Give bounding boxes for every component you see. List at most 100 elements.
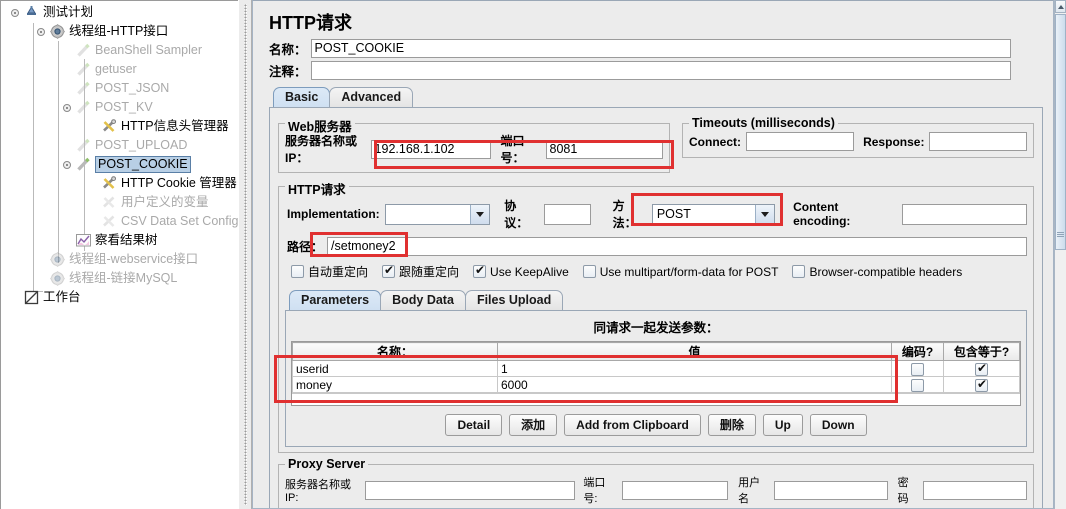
view-results-tree-icon xyxy=(75,231,92,250)
param-value-cell[interactable]: 6000 xyxy=(497,376,892,393)
comment-input[interactable] xyxy=(310,61,1011,80)
chevron-down-icon xyxy=(755,204,775,224)
option-checkbox-4[interactable]: Browser-compatible headers xyxy=(792,265,962,279)
response-timeout-input[interactable] xyxy=(929,132,1027,151)
proxy-port-label: 端口号: xyxy=(583,477,606,505)
implementation-select[interactable] xyxy=(384,203,491,225)
checkbox-checked-icon[interactable] xyxy=(975,361,988,376)
http-request-group-title: HTTP请求 xyxy=(285,179,349,198)
param-name-cell[interactable]: money xyxy=(292,376,498,393)
checkbox-unchecked-icon[interactable] xyxy=(582,265,596,278)
param-name-cell[interactable]: userid xyxy=(292,360,498,377)
test-plan-tree[interactable]: 测试计划 线程组-HTTP接口 BeanShell Sampler getuser PO… xyxy=(0,0,238,509)
tab-advanced[interactable]: Advanced xyxy=(329,87,414,107)
tree-node-3[interactable]: getuser xyxy=(1,60,238,79)
param-tab-parameters[interactable]: Parameters xyxy=(289,290,382,310)
tree-node-4[interactable]: POST_JSON xyxy=(1,79,238,98)
web-server-group: Web服务器 服务器名称或IP： 192.168.1.102 端口号： 8081 xyxy=(278,116,670,173)
thread-group-icon xyxy=(49,22,66,41)
scrollbar-thumb[interactable] xyxy=(1055,14,1066,250)
param-encode-cell[interactable] xyxy=(891,376,944,393)
button-down[interactable]: Down xyxy=(809,414,867,436)
proxy-host-label: 服务器名称或IP: xyxy=(285,479,351,504)
checkbox-checked-icon[interactable] xyxy=(975,377,988,392)
button-add-from-clipboard[interactable]: Add from Clipboard xyxy=(564,414,701,436)
tree-node-10[interactable]: 用户定义的变量 xyxy=(1,193,238,212)
tree-node-label: 线程组-webservice接口 xyxy=(69,252,199,267)
checkbox-unchecked-icon[interactable] xyxy=(911,378,924,392)
tree-node-11[interactable]: CSV Data Set Config xyxy=(1,212,238,231)
tree-node-15[interactable]: 工作台 xyxy=(1,288,238,307)
method-select[interactable]: POST xyxy=(651,203,776,225)
checkbox-unchecked-icon[interactable] xyxy=(792,265,806,278)
option-checkbox-3[interactable]: Use multipart/form-data for POST xyxy=(582,265,778,279)
path-input[interactable]: /setmoney2 xyxy=(327,237,1027,256)
table-row[interactable]: money 6000 xyxy=(292,376,1020,393)
tree-expand-handle[interactable] xyxy=(63,155,75,174)
tree-node-2[interactable]: BeanShell Sampler xyxy=(1,41,238,60)
table-row[interactable]: userid 1 xyxy=(292,360,1020,377)
button-添加[interactable]: 添加 xyxy=(509,414,558,436)
name-input[interactable]: POST_COOKIE xyxy=(310,39,1011,58)
main-tabs[interactable]: Basic Advanced xyxy=(273,86,1045,107)
proxy-password-input[interactable] xyxy=(922,480,1027,500)
tree-node-label: CSV Data Set Config xyxy=(121,214,238,229)
param-tab-body-data[interactable]: Body Data xyxy=(380,290,466,310)
checkbox-unchecked-icon[interactable] xyxy=(291,265,304,278)
connect-timeout-label: Connect: xyxy=(689,134,741,149)
checkbox-checked-icon[interactable] xyxy=(382,263,396,278)
tree-node-14[interactable]: 线程组-链接MySQL xyxy=(1,269,238,288)
param-value-cell[interactable]: 1 xyxy=(497,360,892,377)
param-encode-cell[interactable] xyxy=(891,360,944,377)
table-column-header-3[interactable]: 包含等于? xyxy=(943,342,1020,361)
server-host-label: 服务器名称或IP： xyxy=(285,134,358,165)
comment-label: 注释： xyxy=(269,65,307,79)
table-column-header-2[interactable]: 编码? xyxy=(891,342,944,361)
option-checkbox-1[interactable]: 跟随重定向 xyxy=(382,263,459,280)
sampler-icon xyxy=(75,155,92,174)
tree-node-1[interactable]: 线程组-HTTP接口 xyxy=(1,22,238,41)
option-checkbox-2[interactable]: Use KeepAlive xyxy=(473,263,569,279)
tree-node-5[interactable]: POST_KV xyxy=(1,98,238,117)
tree-node-9[interactable]: HTTP Cookie 管理器 xyxy=(1,174,238,193)
table-column-header-1[interactable]: 值 xyxy=(497,342,892,361)
param-tab-files-upload[interactable]: Files Upload xyxy=(464,290,564,310)
parameter-tabs[interactable]: Parameters Body Data Files Upload xyxy=(289,289,1029,310)
tree-node-12[interactable]: 察看结果树 xyxy=(1,231,238,250)
split-pane-divider[interactable] xyxy=(238,0,252,509)
checkbox-checked-icon[interactable] xyxy=(473,263,487,278)
button-detail[interactable]: Detail xyxy=(445,414,503,436)
button-删除[interactable]: 删除 xyxy=(707,414,756,436)
proxy-host-input[interactable] xyxy=(365,480,576,500)
connect-timeout-input[interactable] xyxy=(746,132,855,151)
option-label: 跟随重定向 xyxy=(399,265,460,279)
proxy-user-input[interactable] xyxy=(773,480,888,500)
table-column-header-0[interactable]: 名称： xyxy=(292,342,498,361)
tab-basic[interactable]: Basic xyxy=(273,87,331,107)
param-include-equals-cell[interactable] xyxy=(943,376,1020,393)
timeouts-group: Timeouts (milliseconds) Connect: Respons… xyxy=(682,116,1034,158)
option-label: Browser-compatible headers xyxy=(809,264,963,279)
option-checkbox-0[interactable]: 自动重定向 xyxy=(291,263,368,280)
tree-node-13[interactable]: 线程组-webservice接口 xyxy=(1,250,238,269)
tree-expand-handle[interactable] xyxy=(37,22,49,41)
test-plan-icon xyxy=(23,3,40,22)
server-host-input[interactable]: 192.168.1.102 xyxy=(370,139,492,159)
scroll-up-button[interactable] xyxy=(1055,0,1066,13)
server-port-input[interactable]: 8081 xyxy=(545,139,663,159)
tree-node-7[interactable]: POST_UPLOAD xyxy=(1,136,238,155)
tree-expand-handle[interactable] xyxy=(63,98,75,117)
tree-node-6[interactable]: HTTP信息头管理器 xyxy=(1,117,238,136)
proxy-port-input[interactable] xyxy=(622,480,729,500)
param-include-equals-cell[interactable] xyxy=(943,360,1020,377)
tree-expand-handle[interactable] xyxy=(11,3,23,22)
parameters-table[interactable]: 名称：值编码?包含等于? userid1money6000 xyxy=(292,342,1020,393)
tree-node-0[interactable]: 测试计划 xyxy=(1,3,238,22)
content-encoding-input[interactable] xyxy=(901,203,1027,225)
protocol-input[interactable] xyxy=(543,203,591,225)
tree-node-8[interactable]: POST_COOKIE xyxy=(1,155,238,174)
checkbox-unchecked-icon[interactable] xyxy=(911,362,924,376)
button-up[interactable]: Up xyxy=(762,414,803,436)
request-options-row: 自动重定向 跟随重定向 Use KeepAlive Use multipart/for… xyxy=(283,258,1029,283)
vertical-scrollbar[interactable] xyxy=(1054,0,1066,509)
